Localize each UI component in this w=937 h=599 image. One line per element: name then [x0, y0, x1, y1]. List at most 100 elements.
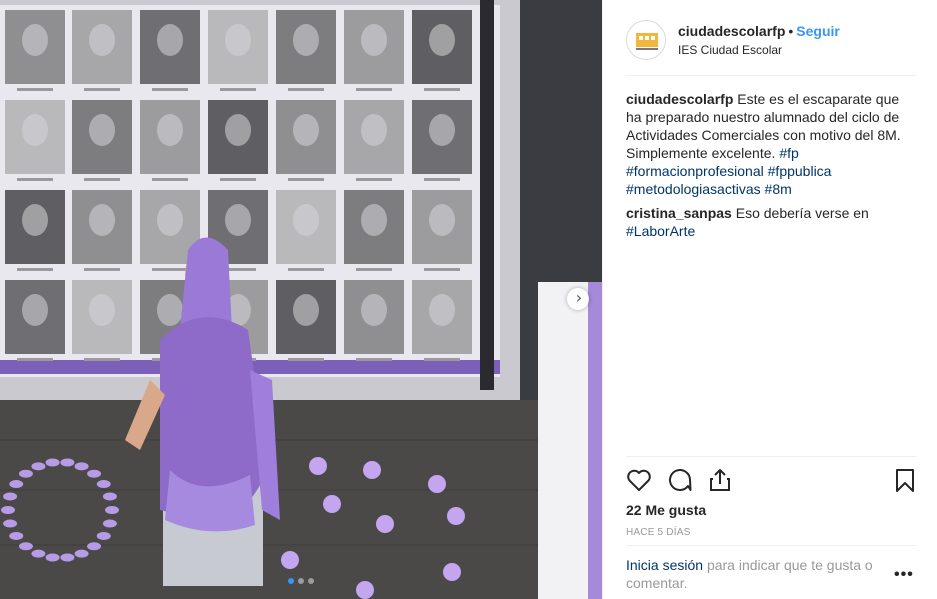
- floor-token: [102, 519, 117, 528]
- post-side-panel: ciudadescolarfp • Seguir IES Ciudad Escola…: [602, 0, 937, 599]
- floor-token: [9, 531, 24, 540]
- caption-hashtag[interactable]: #fp: [779, 145, 798, 161]
- portrait-caption: [424, 268, 460, 271]
- floor-token: [281, 551, 299, 569]
- portrait-face: [157, 114, 183, 146]
- portrait-caption: [288, 358, 324, 361]
- portrait-caption: [84, 358, 120, 361]
- post-timestamp[interactable]: HACE 5 DÍAS: [626, 527, 690, 538]
- portrait-face: [225, 204, 251, 236]
- portrait-face: [89, 114, 115, 146]
- caption-hashtag[interactable]: #fppublica: [768, 163, 832, 179]
- portrait-caption: [84, 88, 120, 91]
- portrait-face: [429, 204, 455, 236]
- portrait-face: [293, 204, 319, 236]
- bookmark-icon[interactable]: [892, 467, 918, 493]
- portrait-face: [157, 24, 183, 56]
- portrait-caption: [356, 268, 392, 271]
- portrait-caption: [424, 358, 460, 361]
- carousel-dot: [288, 578, 294, 584]
- carousel-dot: [308, 578, 314, 584]
- portrait-caption: [356, 178, 392, 181]
- login-prompt: Inicia sesión para indicar que te gusta …: [626, 545, 916, 592]
- portrait-caption: [17, 358, 53, 361]
- caption: ciudadescolarfp Este es el escaparate qu…: [626, 90, 916, 198]
- post-username[interactable]: ciudadescolarfp: [678, 23, 785, 39]
- portrait-face: [293, 294, 319, 326]
- portrait-caption: [288, 178, 324, 181]
- portrait-face: [89, 294, 115, 326]
- portrait-caption: [152, 268, 188, 271]
- caption-hashtag[interactable]: #formacionprofesional: [626, 163, 764, 179]
- portrait-caption: [220, 178, 256, 181]
- comment-icon[interactable]: [667, 467, 693, 493]
- portrait-caption: [288, 88, 324, 91]
- portrait-face: [22, 114, 48, 146]
- portrait-face: [22, 24, 48, 56]
- separator-dot: •: [788, 23, 794, 39]
- more-options-button[interactable]: •••: [894, 566, 914, 584]
- floor-token: [1, 506, 15, 514]
- floor-token: [9, 480, 24, 489]
- storefront-image: [0, 0, 602, 599]
- portrait-caption: [17, 88, 53, 91]
- floor-token: [3, 519, 18, 528]
- floor-token: [18, 469, 33, 478]
- floor-token: [323, 495, 341, 513]
- portrait-caption: [356, 88, 392, 91]
- portrait-caption: [424, 178, 460, 181]
- carousel-next-button[interactable]: ›: [567, 288, 589, 310]
- floor-token: [31, 462, 46, 471]
- heart-icon[interactable]: [626, 467, 652, 493]
- portrait-caption: [424, 88, 460, 91]
- portrait-caption: [152, 178, 188, 181]
- portrait-face: [429, 294, 455, 326]
- post-photo[interactable]: ›: [0, 0, 602, 599]
- avatar[interactable]: [626, 20, 666, 60]
- action-bar: 22 Me gusta HACE 5 DÍAS: [626, 456, 916, 540]
- floor-token: [356, 581, 374, 599]
- floor-token: [31, 549, 46, 558]
- portrait-face: [361, 204, 387, 236]
- share-icon[interactable]: [707, 467, 733, 493]
- floor-token: [60, 553, 75, 562]
- floor-token: [45, 458, 60, 467]
- caption-username[interactable]: ciudadescolarfp: [626, 91, 733, 107]
- portrait-caption: [17, 268, 53, 271]
- floor-token: [428, 475, 446, 493]
- floor-token: [376, 515, 394, 533]
- floor-token: [447, 507, 465, 525]
- comment-username[interactable]: cristina_sanpas: [626, 205, 732, 221]
- floor-token: [309, 457, 327, 475]
- post-header: ciudadescolarfp • Seguir IES Ciudad Escola…: [626, 16, 916, 76]
- login-link[interactable]: Inicia sesión: [626, 557, 703, 573]
- carousel-dots: [288, 578, 314, 584]
- portrait-face: [22, 294, 48, 326]
- comment: cristina_sanpas Eso debería verse en #La…: [626, 204, 916, 240]
- follow-button[interactable]: Seguir: [796, 23, 840, 39]
- floor-token: [443, 563, 461, 581]
- comment-hashtag[interactable]: #LaborArte: [626, 223, 695, 239]
- portrait-caption: [356, 358, 392, 361]
- floor-token: [87, 469, 102, 478]
- floor-token: [74, 549, 89, 558]
- portrait-face: [157, 204, 183, 236]
- floor-token: [363, 461, 381, 479]
- caption-hashtag[interactable]: #8m: [765, 181, 792, 197]
- portrait-face: [157, 294, 183, 326]
- caption-hashtag[interactable]: #metodologiasactivas: [626, 181, 761, 197]
- likes-count[interactable]: 22 Me gusta: [626, 502, 706, 518]
- portrait-face: [361, 114, 387, 146]
- comments-section: ciudadescolarfp Este es el escaparate qu…: [626, 90, 916, 246]
- floor-token: [105, 506, 119, 514]
- post-location[interactable]: IES Ciudad Escolar: [678, 43, 782, 57]
- portrait-face: [225, 24, 251, 56]
- floor-token: [45, 553, 60, 562]
- floor-token: [96, 531, 111, 540]
- portrait-face: [361, 24, 387, 56]
- chevron-right-icon: ›: [575, 288, 583, 307]
- portrait-caption: [84, 268, 120, 271]
- floor-token: [18, 542, 33, 551]
- portrait-face: [22, 204, 48, 236]
- comment-text: Eso debería verse en: [735, 205, 869, 221]
